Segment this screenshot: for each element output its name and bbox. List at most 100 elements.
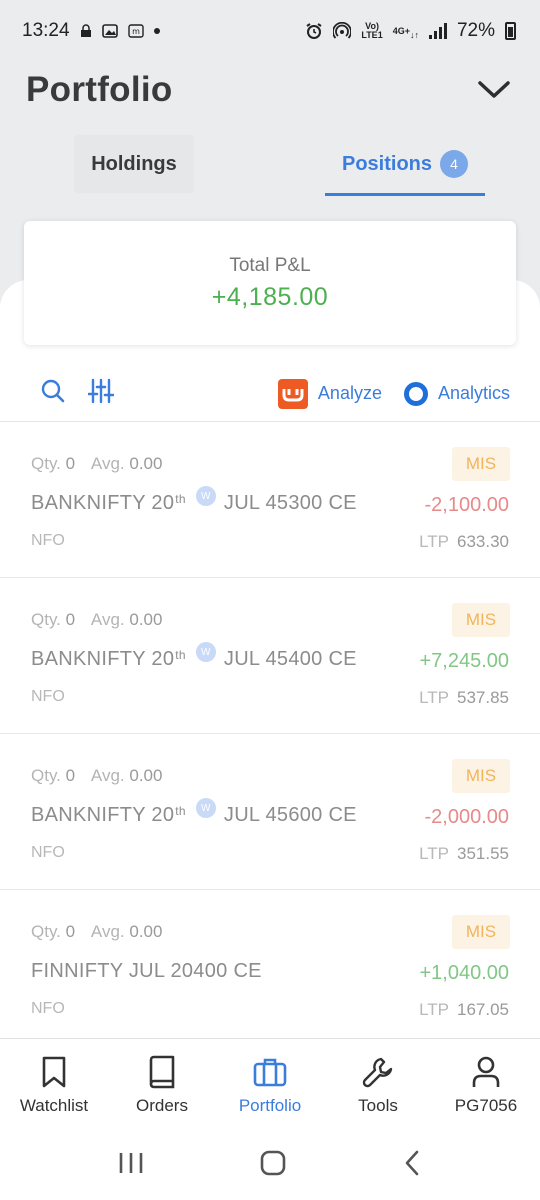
bookmark-icon	[40, 1054, 68, 1090]
nav-watchlist-label: Watchlist	[19, 1095, 89, 1115]
analytics-logo-icon	[403, 381, 428, 406]
nav-profile[interactable]: PG7056	[432, 1039, 540, 1130]
instrument-name: BANKNIFTY 20 th W JUL 45600 CE	[31, 798, 357, 827]
ltp-label: LTP	[419, 688, 449, 707]
avg-value: 0.00	[129, 922, 163, 941]
qty-label: Qty.	[31, 610, 61, 629]
battery-icon	[505, 22, 516, 40]
ltp-value: 351.55	[457, 844, 509, 863]
toolbar-right: Analyze Analytics	[277, 378, 510, 409]
position-row[interactable]: Qty. 0 Avg. 0.00 MIS BANKNIFTY 20 th W J…	[0, 734, 540, 890]
qty-avg: Qty. 0 Avg. 0.00	[31, 922, 174, 942]
ltp-label: LTP	[419, 532, 449, 551]
analyze-logo-icon	[277, 378, 308, 409]
qty-avg: Qty. 0 Avg. 0.00	[31, 610, 174, 630]
wrench-icon	[361, 1054, 395, 1090]
home-icon[interactable]	[259, 1149, 287, 1182]
positions-list: Qty. 0 Avg. 0.00 MIS BANKNIFTY 20 th W J…	[0, 422, 540, 1046]
hotspot-icon	[333, 22, 352, 40]
chevron-down-icon[interactable]	[474, 70, 514, 110]
tabs: Holdings Positions 4	[0, 132, 540, 198]
status-bar: 13:24 m Vo) LTE1 4G+ ↓↑ 72%	[0, 0, 540, 62]
messaging-icon: m	[127, 24, 144, 38]
back-icon[interactable]	[402, 1149, 422, 1182]
avg-label: Avg.	[90, 454, 125, 473]
qty-value: 0	[65, 610, 76, 629]
exchange-label: NFO	[31, 844, 65, 861]
ltp-value: 167.05	[457, 1000, 509, 1019]
weekly-expiry-icon: W	[195, 798, 216, 818]
status-left: 13:24 m	[22, 20, 160, 42]
battery-percent: 72%	[456, 20, 495, 41]
gallery-icon	[101, 24, 118, 38]
volte-icon: Vo) LTE1	[361, 21, 383, 40]
dot-icon	[153, 28, 160, 34]
total-pnl-card: Total P&L +4,185.00	[24, 221, 516, 345]
network-type: 4G+	[392, 25, 410, 36]
tab-holdings[interactable]: Holdings	[74, 135, 194, 193]
qty-avg: Qty. 0 Avg. 0.00	[31, 766, 174, 786]
nav-tools-label: Tools	[358, 1095, 398, 1115]
qty-value: 0	[65, 922, 76, 941]
briefcase-icon	[253, 1054, 287, 1090]
nav-tools[interactable]: Tools	[324, 1039, 432, 1130]
qty-label: Qty.	[31, 454, 61, 473]
ltp: LTP 537.85	[419, 688, 509, 708]
positions-count-badge: 4	[440, 150, 468, 178]
signal-icon	[428, 23, 447, 39]
filter-icon[interactable]	[87, 378, 115, 409]
instrument-prefix: FINNIFTY JUL 20400 CE	[31, 960, 262, 982]
analyze-button[interactable]: Analyze	[277, 378, 382, 409]
qty-label: Qty.	[31, 766, 61, 785]
notification-lock-icon	[80, 24, 92, 38]
status-right: Vo) LTE1 4G+ ↓↑ 72%	[305, 20, 516, 42]
analytics-label: Analytics	[437, 383, 510, 403]
page-title: Portfolio	[26, 70, 173, 109]
positions-toolbar: Analyze Analytics	[0, 366, 540, 422]
status-time: 13:24	[22, 20, 70, 41]
system-nav-bar	[0, 1130, 540, 1200]
alarm-icon	[305, 22, 323, 40]
product-badge: MIS	[452, 447, 510, 481]
exchange-label: NFO	[31, 1000, 65, 1017]
toolbar-left	[40, 378, 115, 409]
nav-profile-label: PG7056	[454, 1095, 518, 1115]
recent-apps-icon[interactable]	[118, 1151, 144, 1180]
instrument-name: BANKNIFTY 20 th W JUL 45400 CE	[31, 642, 357, 671]
exchange-label: NFO	[31, 532, 65, 549]
analytics-button[interactable]: Analytics	[403, 381, 510, 406]
nav-orders[interactable]: Orders	[108, 1039, 216, 1130]
position-row[interactable]: Qty. 0 Avg. 0.00 MIS BANKNIFTY 20 th W J…	[0, 422, 540, 578]
instrument-prefix: BANKNIFTY 20	[31, 492, 175, 514]
avg-value: 0.00	[129, 766, 163, 785]
nav-watchlist[interactable]: Watchlist	[0, 1039, 108, 1130]
instrument-suffix: JUL 45600 CE	[223, 804, 357, 826]
product-badge: MIS	[452, 915, 510, 949]
instrument-suffix: JUL 45300 CE	[223, 492, 357, 514]
ltp-label: LTP	[419, 1000, 449, 1019]
position-row[interactable]: Qty. 0 Avg. 0.00 MIS FINNIFTY JUL 20400 …	[0, 890, 540, 1046]
book-icon	[147, 1054, 177, 1090]
ltp-value: 537.85	[457, 688, 509, 707]
instrument-name: FINNIFTY JUL 20400 CE	[31, 960, 262, 983]
tab-positions-label: Positions	[341, 152, 432, 175]
qty-label: Qty.	[31, 922, 61, 941]
nav-portfolio-label: Portfolio	[238, 1095, 302, 1115]
qty-value: 0	[65, 766, 76, 785]
instrument-sup: th	[175, 492, 186, 506]
instrument-prefix: BANKNIFTY 20	[31, 648, 175, 670]
avg-value: 0.00	[129, 610, 163, 629]
ltp: LTP 633.30	[419, 532, 509, 552]
product-badge: MIS	[452, 759, 510, 793]
tab-positions[interactable]: Positions 4	[325, 132, 485, 196]
instrument-suffix: JUL 45400 CE	[223, 648, 357, 670]
search-icon[interactable]	[40, 378, 66, 409]
qty-avg: Qty. 0 Avg. 0.00	[31, 454, 174, 474]
position-row[interactable]: Qty. 0 Avg. 0.00 MIS BANKNIFTY 20 th W J…	[0, 578, 540, 734]
nav-portfolio[interactable]: Portfolio	[216, 1039, 324, 1130]
network-icon: 4G+ ↓↑	[392, 25, 419, 40]
instrument-name: BANKNIFTY 20 th W JUL 45300 CE	[31, 486, 357, 515]
instrument-prefix: BANKNIFTY 20	[31, 804, 175, 826]
qty-value: 0	[65, 454, 76, 473]
avg-label: Avg.	[90, 922, 125, 941]
